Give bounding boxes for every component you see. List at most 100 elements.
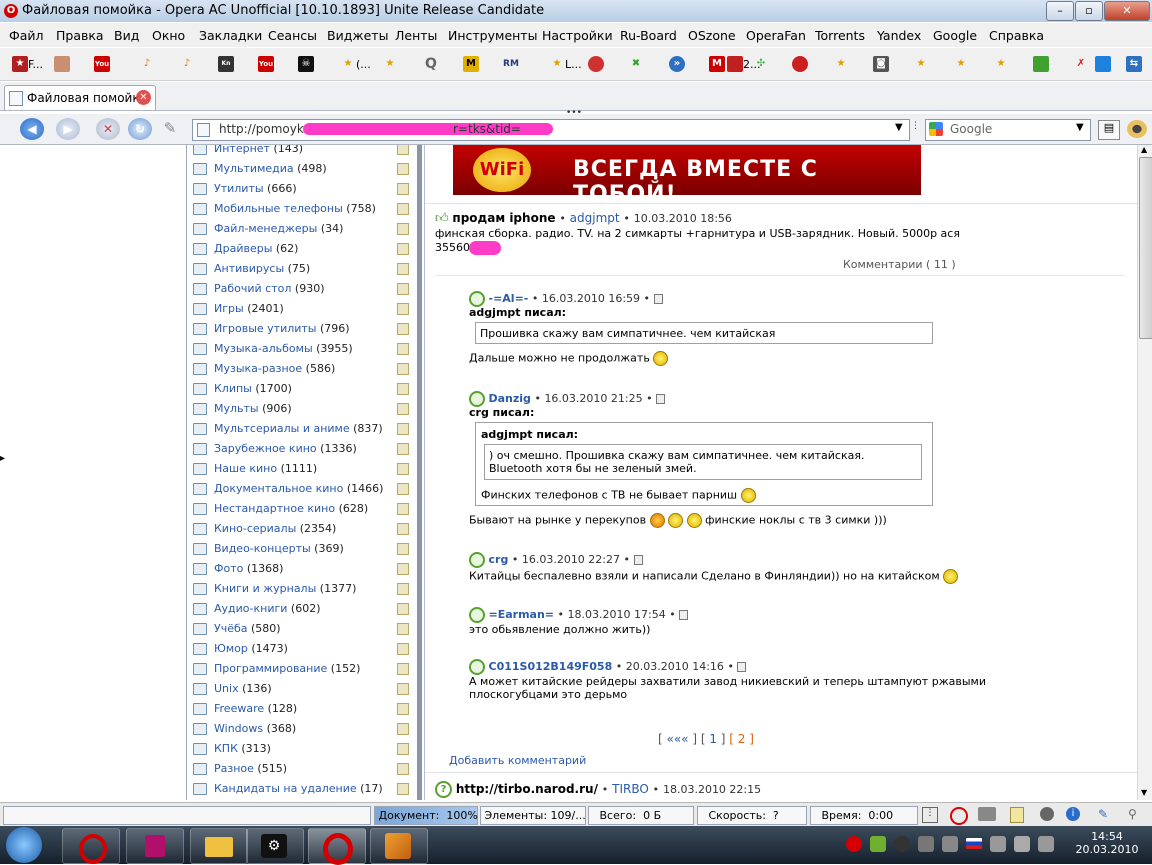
feed-icon[interactable]	[397, 603, 409, 615]
panel-icon[interactable]: ⋮	[922, 807, 938, 823]
back-button[interactable]: ◀	[20, 118, 44, 140]
feed-icon[interactable]	[397, 223, 409, 235]
category-item[interactable]: Фото (1368)	[193, 559, 409, 579]
tray-opera-icon[interactable]	[846, 836, 862, 852]
quote-icon[interactable]	[679, 610, 689, 620]
bookmark-item[interactable]: ★	[382, 54, 398, 74]
category-item[interactable]: Мобильные телефоны (758)	[193, 199, 409, 219]
close-window-button[interactable]: ✕	[1104, 1, 1150, 21]
scroll-up-icon[interactable]: ▲	[1141, 145, 1147, 154]
next-post-title[interactable]: http://tirbo.narod.ru/	[456, 782, 598, 796]
category-item[interactable]: Мультсериалы и аниме (837)	[193, 419, 409, 439]
feed-icon[interactable]	[397, 443, 409, 455]
category-item[interactable]: Мультимедиа (498)	[193, 159, 409, 179]
bookmark-item[interactable]: ✖	[628, 54, 644, 74]
feed-icon[interactable]	[397, 723, 409, 735]
feed-icon[interactable]	[397, 243, 409, 255]
brush-icon[interactable]: ✎	[1098, 807, 1114, 821]
menu-feeds[interactable]: Ленты	[395, 28, 437, 43]
bookmark-item[interactable]	[1033, 54, 1049, 74]
tray-android-icon[interactable]	[870, 836, 886, 852]
feed-icon[interactable]	[397, 203, 409, 215]
feed-icon[interactable]	[397, 623, 409, 635]
category-item[interactable]: Документальное кино (1466)	[193, 479, 409, 499]
feed-icon[interactable]	[397, 263, 409, 275]
bookmark-item[interactable]: »	[669, 54, 685, 74]
bookmark-item[interactable]: ★ F...	[12, 54, 43, 74]
reload-button[interactable]: ↻	[128, 118, 152, 140]
note-icon[interactable]	[1010, 807, 1024, 823]
quote-icon[interactable]	[633, 555, 643, 565]
feed-icon[interactable]	[397, 283, 409, 295]
category-item[interactable]: Музыка-альбомы (3955)	[193, 339, 409, 359]
category-item[interactable]: Разное (515)	[193, 759, 409, 779]
bookmark-item[interactable]	[54, 54, 70, 74]
category-item[interactable]: Freeware (128)	[193, 699, 409, 719]
feed-icon[interactable]	[397, 323, 409, 335]
feed-icon[interactable]	[397, 543, 409, 555]
category-item[interactable]: Зарубежное кино (1336)	[193, 439, 409, 459]
category-item[interactable]: Антивирусы (75)	[193, 259, 409, 279]
bookmark-item[interactable]: You	[258, 54, 274, 74]
post-author[interactable]: adgjmpt	[570, 211, 620, 225]
category-item[interactable]: Мульты (906)	[193, 399, 409, 419]
category-item[interactable]: КПК (313)	[193, 739, 409, 759]
language-flag-icon[interactable]	[966, 838, 982, 849]
feed-icon[interactable]	[397, 303, 409, 315]
bookmark-item[interactable]: M	[463, 54, 479, 74]
next-post-author[interactable]: TIRBO	[612, 782, 649, 796]
taskbar-explorer-button[interactable]	[190, 828, 248, 864]
category-item[interactable]: Интернет (143)	[193, 145, 409, 159]
bookmark-item[interactable]: ★ (...	[340, 54, 371, 74]
feed-icon[interactable]	[397, 463, 409, 475]
category-item[interactable]: Утилиты (666)	[193, 179, 409, 199]
bookmark-item[interactable]: ★	[833, 54, 849, 74]
menu-widgets[interactable]: Виджеты	[327, 28, 388, 43]
bookmark-item[interactable]: ★	[953, 54, 969, 74]
pagination-page-1[interactable]: 1	[709, 732, 717, 746]
scroll-down-icon[interactable]: ▼	[1141, 788, 1147, 797]
category-item[interactable]: Нестандартное кино (628)	[193, 499, 409, 519]
stop-button[interactable]: ✕	[96, 118, 120, 140]
quote-icon[interactable]	[737, 662, 747, 672]
menu-operafan[interactable]: OperaFan	[746, 28, 806, 43]
comment-author[interactable]: =Earman=	[489, 608, 555, 621]
feed-icon[interactable]	[397, 523, 409, 535]
feed-icon[interactable]	[397, 783, 409, 795]
feed-icon[interactable]	[397, 163, 409, 175]
menu-bookmarks[interactable]: Закладки	[199, 28, 262, 43]
comment-author[interactable]: -=Al=-	[489, 292, 529, 305]
comment-author[interactable]: crg	[489, 553, 509, 566]
category-item[interactable]: Видео-концерты (369)	[193, 539, 409, 559]
taskbar-app-button[interactable]	[370, 828, 428, 864]
add-comment-link[interactable]: Добавить комментарий	[449, 754, 586, 767]
menu-file[interactable]: Файл	[9, 28, 44, 43]
info-icon[interactable]: i	[1066, 807, 1080, 821]
feed-icon[interactable]	[397, 703, 409, 715]
feed-icon[interactable]	[397, 403, 409, 415]
category-item[interactable]: Учёба (580)	[193, 619, 409, 639]
category-item[interactable]: Игры (2401)	[193, 299, 409, 319]
feed-icon[interactable]	[397, 663, 409, 675]
search-dropdown-icon[interactable]: ▼	[1076, 122, 1084, 133]
menu-ruboard[interactable]: Ru-Board	[620, 28, 677, 43]
taskbar-steam-button[interactable]: ⚙	[246, 828, 304, 864]
quote-icon[interactable]	[656, 394, 666, 404]
menu-oszone[interactable]: OSzone	[688, 28, 736, 43]
eye-icon[interactable]	[1127, 120, 1147, 138]
bookmark-item[interactable]	[1095, 54, 1111, 74]
category-item[interactable]: Windows (368)	[193, 719, 409, 739]
bookmark-item[interactable]: ✗	[1073, 54, 1089, 74]
url-dropdown-icon[interactable]: ▼	[895, 122, 903, 133]
menu-sessions[interactable]: Сеансы	[268, 28, 317, 43]
feed-icon[interactable]	[397, 683, 409, 695]
bookmark-item[interactable]: RM	[503, 54, 519, 74]
forward-button[interactable]: ▶	[56, 118, 80, 140]
category-item[interactable]: Музыка-разное (586)	[193, 359, 409, 379]
pagination-prev[interactable]: «««	[667, 732, 689, 746]
feed-icon[interactable]	[397, 643, 409, 655]
quote-icon[interactable]	[653, 294, 663, 304]
category-item[interactable]: Книги и журналы (1377)	[193, 579, 409, 599]
feed-icon[interactable]	[397, 423, 409, 435]
tray-speaker-icon[interactable]	[1038, 836, 1054, 852]
